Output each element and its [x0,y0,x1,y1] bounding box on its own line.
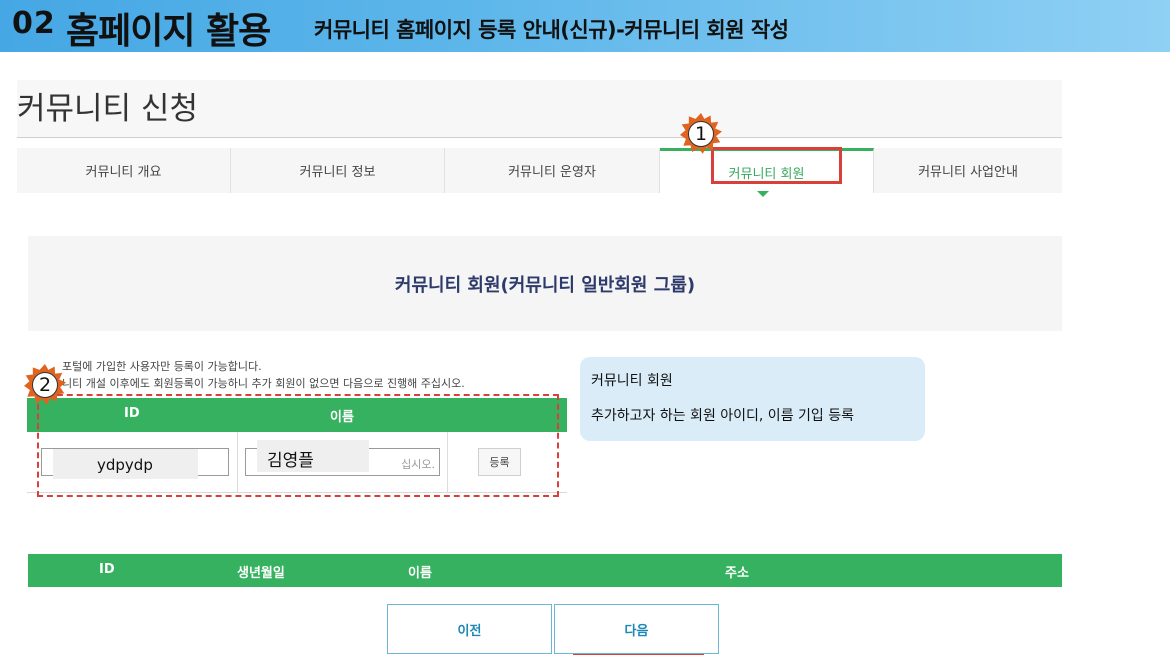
page-title: 커뮤니티 신청 [17,91,198,127]
list-header-name: 이름 [408,566,432,581]
tab-bar: 커뮤니티 개요 커뮤니티 정보 커뮤니티 운영자 커뮤니티 회원 커뮤니티 사업… [17,148,1062,193]
tab-community-operator[interactable]: 커뮤니티 운영자 [445,148,660,193]
list-header-id: ID [99,562,115,577]
active-tab-caret-icon [757,191,769,197]
notice-line-2: 니티 개설 이후에도 회원등록이 가능하니 추가 회원이 없으면 다음으로 진행… [62,377,465,390]
section-title: 커뮤니티 회원(커뮤니티 일반회원 그룹) [28,236,1062,331]
banner-title: 홈페이지 활용 [66,11,271,52]
list-header-birthdate: 생년월일 [237,566,285,581]
prev-button[interactable]: 이전 [387,604,552,654]
step-marker-2-number: 2 [32,372,58,398]
list-header-address: 주소 [725,566,749,581]
explanation-callout: 커뮤니티 회원 추가하고자 하는 회원 아이디, 이름 기입 등록 [580,357,925,441]
step-marker-1-number: 1 [688,121,714,147]
banner-subtitle: 커뮤니티 홈페이지 등록 안내(신규)-커뮤니티 회원 작성 [314,18,789,42]
members-tab-highlight [711,147,842,184]
callout-description: 추가하고자 하는 회원 아이디, 이름 기입 등록 [591,408,854,424]
banner-number: 02 [12,6,56,41]
member-list-header: ID 생년월일 이름 주소 [28,554,1062,587]
notice-line-1: 포털에 가입한 사용자만 등록이 가능합니다. [62,360,262,373]
tab-label: 커뮤니티 운영자 [508,165,596,180]
header-banner: 02 홈페이지 활용 커뮤니티 홈페이지 등록 안내(신규)-커뮤니티 회원 작… [0,0,1170,52]
panel-header: 커뮤니티 신청 [17,80,1062,138]
tab-label: 커뮤니티 개요 [85,165,162,180]
next-button[interactable]: 다음 [554,604,719,654]
callout-title: 커뮤니티 회원 [591,373,673,389]
tab-community-business[interactable]: 커뮤니티 사업안내 [874,148,1062,193]
member-form-highlight [37,394,559,497]
tab-label: 커뮤니티 정보 [299,165,376,180]
tab-label: 커뮤니티 사업안내 [918,165,1018,180]
tab-community-info[interactable]: 커뮤니티 정보 [231,148,445,193]
tab-community-overview[interactable]: 커뮤니티 개요 [17,148,231,193]
